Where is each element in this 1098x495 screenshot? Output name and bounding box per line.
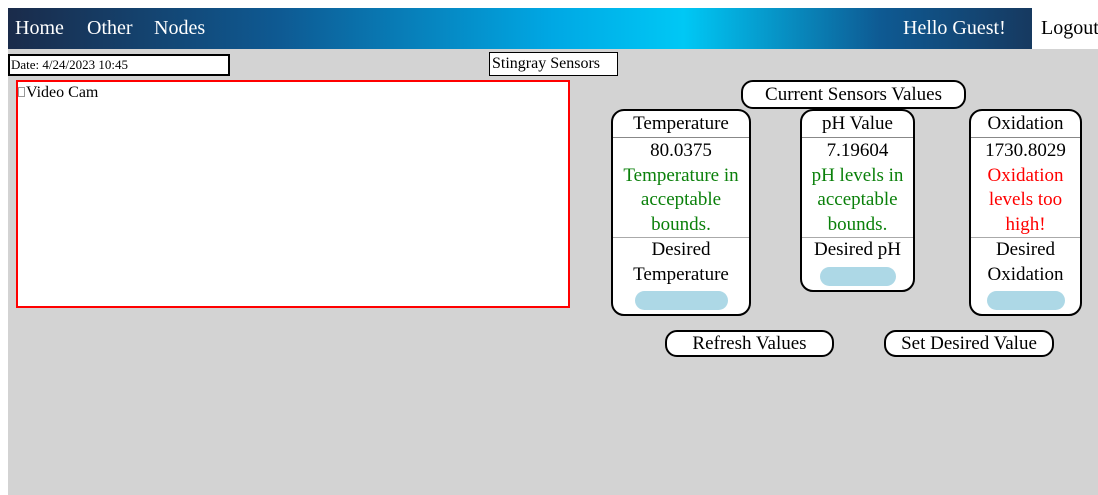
oxidation-readings: 1730.8029 Oxidation levels too high!: [971, 138, 1080, 237]
oxidation-desired-label: Desired Oxidation: [987, 239, 1064, 285]
ph-readings: 7.19604 pH levels in acceptable bounds.: [802, 138, 913, 237]
refresh-values-button[interactable]: Refresh Values: [665, 330, 834, 357]
date-display: Date: 4/24/2023 10:45: [8, 54, 230, 76]
nav-other-link[interactable]: Other: [87, 17, 133, 40]
top-navbar: Home Other Nodes Hello Guest! Logout: [8, 8, 1098, 49]
set-desired-value-button[interactable]: Set Desired Value: [884, 330, 1054, 357]
temperature-value: 80.0375: [650, 140, 712, 161]
video-cam-alt-text: Video Cam: [26, 84, 99, 101]
nav-nodes-link[interactable]: Nodes: [154, 17, 205, 40]
ph-desired-section: Desired pH: [802, 237, 913, 286]
video-cam-frame: Video Cam: [16, 80, 570, 308]
ph-card-title: pH Value: [802, 111, 913, 138]
temperature-card-title: Temperature: [613, 111, 749, 138]
temperature-desired-section: Desired Temperature: [613, 237, 749, 310]
greeting-text: Hello Guest!: [903, 17, 1006, 39]
oxidation-value: 1730.8029: [985, 140, 1066, 161]
broken-image-icon: [18, 87, 25, 97]
video-cam-broken-image: Video Cam: [18, 84, 98, 102]
oxidation-card: Oxidation 1730.8029 Oxidation levels too…: [969, 109, 1082, 316]
temperature-status: Temperature in acceptable bounds.: [623, 164, 739, 235]
current-sensors-title: Current Sensors Values: [741, 80, 966, 109]
ph-desired-label: Desired pH: [813, 239, 902, 260]
desired-temperature-input[interactable]: [634, 291, 728, 310]
logout-button[interactable]: Logout: [1032, 8, 1098, 49]
oxidation-status: Oxidation levels too high!: [987, 164, 1064, 235]
ph-card: pH Value 7.19604 pH levels in acceptable…: [800, 109, 915, 292]
oxidation-desired-section: Desired Oxidation: [971, 237, 1080, 310]
page-title: Stingray Sensors: [489, 52, 618, 76]
oxidation-card-title: Oxidation: [971, 111, 1080, 138]
temperature-readings: 80.0375 Temperature in acceptable bounds…: [613, 138, 749, 237]
ph-value: 7.19604: [826, 140, 889, 161]
temperature-card: Temperature 80.0375 Temperature in accep…: [611, 109, 751, 316]
ph-status: pH levels in acceptable bounds.: [811, 164, 904, 235]
main-content: Date: 4/24/2023 10:45 Stingray Sensors V…: [8, 49, 1098, 495]
temperature-desired-label: Desired Temperature: [633, 239, 729, 285]
desired-oxidation-input[interactable]: [986, 291, 1065, 310]
nav-home-link[interactable]: Home: [15, 17, 64, 40]
desired-ph-input[interactable]: [819, 266, 896, 286]
